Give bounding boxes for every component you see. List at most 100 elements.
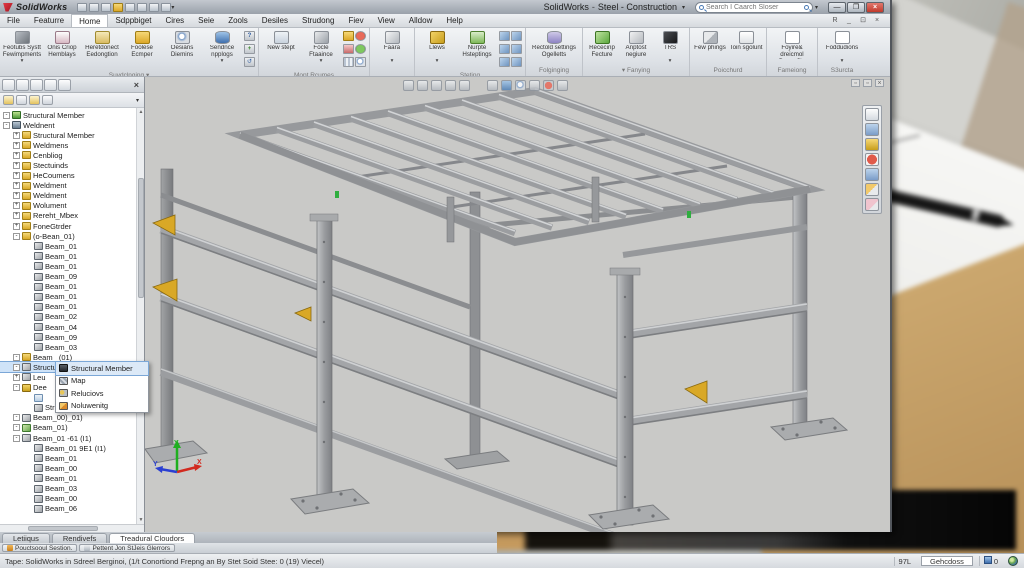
tree-item[interactable]: Beam_09 bbox=[0, 332, 136, 342]
tree-expander[interactable] bbox=[13, 363, 20, 371]
viewport-toolbar-icon[interactable] bbox=[529, 80, 540, 91]
ribbon-button[interactable]: TRS bbox=[653, 29, 687, 66]
tree-item[interactable]: Beam_01 bbox=[0, 241, 136, 251]
document-tab[interactable]: Letiiqus bbox=[2, 533, 50, 543]
tree-item[interactable]: Beam_00)_01) bbox=[0, 413, 136, 423]
ribbon-button[interactable]: Faara bbox=[372, 29, 412, 66]
context-menu-item[interactable]: Reluciovs bbox=[56, 387, 148, 400]
panel-filter-icon[interactable] bbox=[42, 95, 53, 105]
viewport-tool-icon[interactable] bbox=[865, 123, 879, 136]
quick-access-dropdown-icon[interactable]: ▾ bbox=[171, 4, 174, 11]
ribbon-button[interactable]: New stept bbox=[261, 29, 301, 71]
context-menu-item[interactable]: Structural Member bbox=[55, 361, 149, 376]
ribbon-button[interactable]: Llews bbox=[417, 29, 457, 71]
viewport-window-button[interactable]: ▫ bbox=[863, 79, 872, 87]
panel-filter-icon[interactable] bbox=[3, 95, 14, 105]
ribbon-button[interactable]: Foyire& dreicmol Benegñle bbox=[769, 29, 815, 66]
tree-expander[interactable] bbox=[13, 424, 20, 432]
tree-item[interactable]: Beam_01 9E1 (I1) bbox=[0, 443, 136, 453]
minimize-button[interactable]: — bbox=[828, 1, 846, 13]
viewport-tool-icon[interactable] bbox=[865, 138, 879, 151]
menu-item[interactable]: Fiev bbox=[341, 14, 370, 27]
ribbon-button[interactable]: Foolese Ecmper bbox=[122, 29, 162, 71]
ribbon-button[interactable]: Anptost negiure bbox=[619, 29, 653, 66]
panel-close-icon[interactable]: × bbox=[134, 80, 142, 90]
doc-minimize-icon[interactable]: _ bbox=[844, 17, 854, 25]
ribbon-button[interactable]: Oesians Diemins bbox=[162, 29, 202, 71]
menu-item[interactable]: Desiles bbox=[255, 14, 295, 27]
quick-access-icon[interactable] bbox=[125, 2, 136, 12]
quick-access-icon[interactable] bbox=[101, 2, 112, 12]
menu-item[interactable]: Sdppbiget bbox=[108, 14, 158, 27]
task-button[interactable]: Pettent Jon StJeis Glerrors bbox=[79, 544, 176, 552]
tree-vertical-scrollbar[interactable]: ▲ ▼ bbox=[136, 108, 144, 524]
tree-item[interactable]: Beam_01 bbox=[0, 453, 136, 463]
menu-item[interactable]: Help bbox=[439, 14, 469, 27]
tree-item[interactable]: Stectuinds bbox=[0, 160, 136, 170]
ribbon-mini-icon[interactable] bbox=[244, 44, 255, 54]
tree-item[interactable]: Beam_01 -61 (I1) bbox=[0, 433, 136, 443]
tree-item[interactable]: Beam_01 bbox=[0, 292, 136, 302]
tree-item[interactable]: Weldment bbox=[0, 191, 136, 201]
panel-filter-icon[interactable] bbox=[29, 95, 40, 105]
tree-expander[interactable] bbox=[13, 222, 20, 230]
ribbon-mini-icon[interactable] bbox=[499, 44, 510, 54]
tree-item[interactable]: Rereht_Mbex bbox=[0, 211, 136, 221]
tree-expander[interactable] bbox=[13, 384, 20, 392]
tree-expander[interactable] bbox=[13, 182, 20, 190]
search-box[interactable] bbox=[694, 1, 813, 13]
tree-item[interactable]: Beam_03 bbox=[0, 483, 136, 493]
tree-expander[interactable] bbox=[13, 141, 20, 149]
tree-item[interactable]: Beam_06 bbox=[0, 504, 136, 514]
ribbon-mini-icon[interactable] bbox=[244, 57, 255, 67]
model-canvas[interactable] bbox=[145, 77, 890, 532]
tree-expander[interactable] bbox=[13, 202, 20, 210]
ribbon-mini-icon[interactable] bbox=[343, 31, 354, 41]
menu-item[interactable]: Cires bbox=[159, 14, 192, 27]
tree-item[interactable]: Beam_00 bbox=[0, 463, 136, 473]
scrollbar-thumb[interactable] bbox=[138, 178, 144, 298]
menu-item[interactable]: Featurre bbox=[27, 14, 71, 27]
ribbon-button[interactable]: Heretdonect Eedongtion bbox=[82, 29, 122, 71]
tree-item[interactable]: Beam_09 bbox=[0, 272, 136, 282]
menu-item[interactable]: File bbox=[0, 14, 27, 27]
viewport-toolbar-icon[interactable] bbox=[473, 80, 484, 91]
tree-item[interactable]: Weldment bbox=[0, 181, 136, 191]
context-menu-item[interactable]: Map bbox=[56, 375, 148, 388]
tree-item[interactable]: Structural Member bbox=[0, 110, 136, 120]
tree-item[interactable]: Wolument bbox=[0, 201, 136, 211]
ribbon-button[interactable]: Onis Criop Hemblays bbox=[42, 29, 82, 71]
viewport-toolbar-icon[interactable] bbox=[403, 80, 414, 91]
panel-tab-icon[interactable] bbox=[58, 78, 71, 91]
search-dropdown-icon[interactable]: ▾ bbox=[815, 4, 818, 11]
search-input[interactable] bbox=[703, 2, 804, 12]
quick-access-icon[interactable] bbox=[89, 2, 100, 12]
tree-expander[interactable] bbox=[13, 414, 20, 422]
ribbon-mini-icon[interactable] bbox=[244, 31, 255, 41]
quick-access-icon[interactable] bbox=[113, 2, 124, 12]
doc-restore-icon[interactable]: ⊡ bbox=[858, 17, 868, 25]
restore-button[interactable]: ❐ bbox=[847, 1, 865, 13]
viewport[interactable]: ▫ ▫ × Y X Y bbox=[145, 77, 890, 532]
viewport-window-button[interactable]: ▫ bbox=[851, 79, 860, 87]
tree-expander[interactable] bbox=[13, 151, 20, 159]
menu-item[interactable]: View bbox=[371, 14, 402, 27]
tree-expander[interactable] bbox=[13, 212, 20, 220]
tree-item[interactable]: Beam_02 bbox=[0, 312, 136, 322]
tree-item[interactable]: Beam_01 bbox=[0, 282, 136, 292]
tree-item[interactable]: (o-Bean_01) bbox=[0, 231, 136, 241]
menu-item[interactable]: Seie bbox=[191, 14, 221, 27]
viewport-toolbar-icon[interactable] bbox=[487, 80, 498, 91]
status-editing-field[interactable]: Gehcdoss bbox=[921, 556, 973, 566]
panel-filter-dropdown-icon[interactable]: ▾ bbox=[136, 97, 139, 104]
viewport-toolbar-icon[interactable] bbox=[515, 80, 526, 91]
menu-item[interactable]: Alldow bbox=[402, 14, 440, 27]
ribbon-mini-icon[interactable] bbox=[499, 57, 510, 67]
tree-expander[interactable] bbox=[13, 232, 20, 240]
tree-horizontal-scrollbar[interactable] bbox=[0, 524, 144, 532]
viewport-tool-icon[interactable] bbox=[865, 183, 879, 196]
quick-access-icon[interactable] bbox=[161, 2, 172, 12]
tree-expander[interactable] bbox=[13, 162, 20, 170]
doc-help-icon[interactable]: R bbox=[830, 17, 840, 25]
tree-item[interactable]: Cenbliog bbox=[0, 150, 136, 160]
